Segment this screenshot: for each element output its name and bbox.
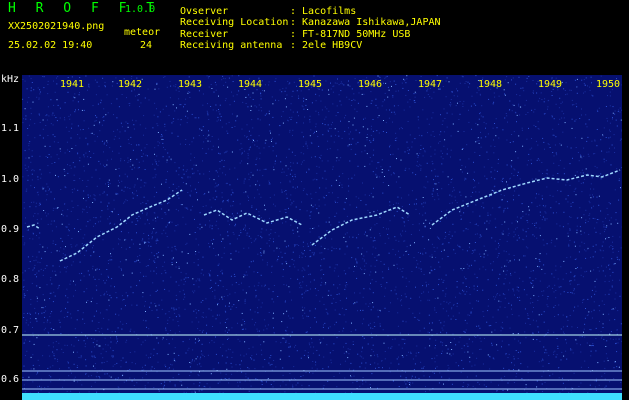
time-label: 1941 xyxy=(60,79,85,90)
y-axis-unit: kHz xyxy=(1,74,20,85)
y-tick-label: 0.7 xyxy=(1,325,20,336)
time-label: 1943 xyxy=(178,79,203,90)
info-value-location: : Kanazawa Ishikawa,JAPAN xyxy=(290,17,441,28)
y-tick-label: 1.0 xyxy=(1,174,20,185)
time-label: 1944 xyxy=(238,79,263,90)
time-label: 1942 xyxy=(118,79,143,90)
time-label: 1950 xyxy=(596,79,621,90)
spectrogram-plot xyxy=(22,75,622,400)
info-value-antenna: : 2ele HB9CV xyxy=(290,40,363,51)
info-key-receiver: Receiver xyxy=(180,29,229,40)
info-value-receiver: : FT-817ND 50MHz USB xyxy=(290,29,411,40)
time-label: 1946 xyxy=(358,79,383,90)
header-panel: H R O F F T 1.0.0 XX2502021940.png 25.02… xyxy=(0,0,629,74)
app-version: 1.0.0 xyxy=(125,4,156,15)
file-name: XX2502021940.png xyxy=(8,21,105,32)
y-tick-label: 0.9 xyxy=(1,224,20,235)
y-tick-label: 0.6 xyxy=(1,374,20,385)
time-label: 1945 xyxy=(298,79,323,90)
meteor-count: 24 xyxy=(140,40,153,51)
time-label: 1947 xyxy=(418,79,443,90)
info-key-antenna: Receiving antenna xyxy=(180,40,283,51)
info-value-observer: : Lacofilms xyxy=(290,6,357,17)
y-tick-label: 1.1 xyxy=(1,123,20,134)
time-label: 1948 xyxy=(478,79,503,90)
spectrogram-canvas xyxy=(22,75,622,400)
info-key-observer: Ovserver xyxy=(180,6,229,17)
file-datetime: 25.02.02 19:40 xyxy=(8,40,93,51)
time-label: 1949 xyxy=(538,79,563,90)
y-tick-label: 0.8 xyxy=(1,274,20,285)
info-key-location: Receiving Location xyxy=(180,17,289,28)
noise-floor xyxy=(22,393,622,400)
meteor-label: meteor xyxy=(124,27,161,38)
